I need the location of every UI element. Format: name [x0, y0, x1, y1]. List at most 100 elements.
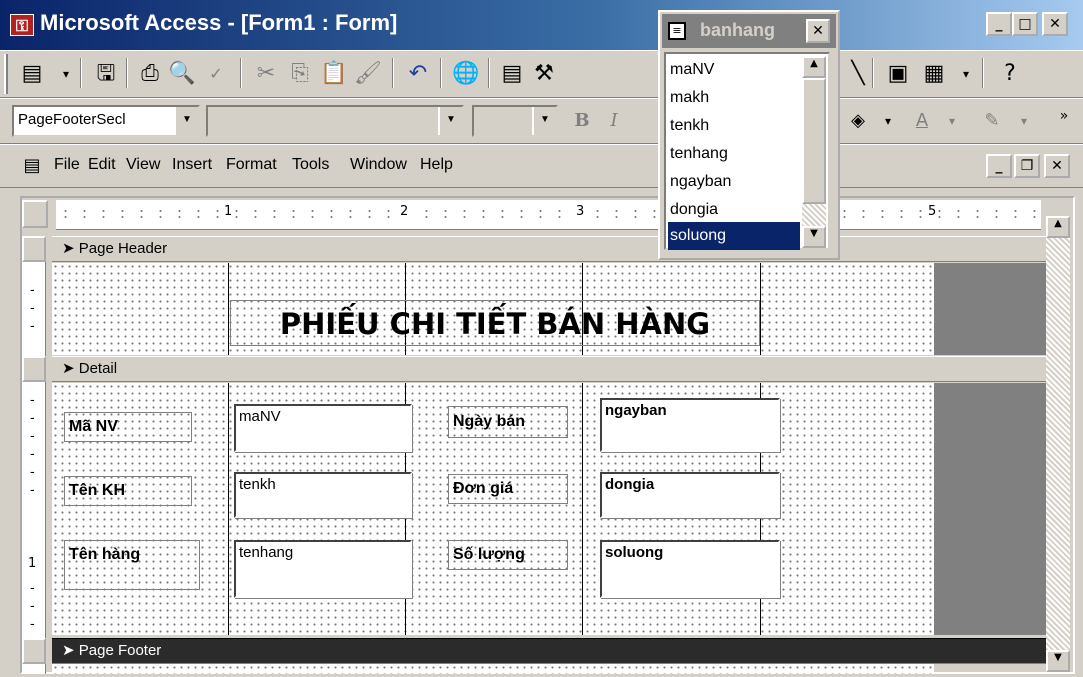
access-icon[interactable]: ⚿: [10, 14, 34, 36]
format-painter-icon[interactable]: 🖌: [352, 58, 384, 90]
chevron-down-icon[interactable]: ▼: [438, 107, 462, 135]
menu-edit[interactable]: Edit: [88, 156, 116, 174]
separator: [488, 58, 490, 88]
menu-file-label: File: [54, 156, 80, 173]
label-ngayban[interactable]: Ngày bán: [448, 406, 568, 438]
outside-form-area: [934, 263, 1046, 355]
textbox-dongia[interactable]: dongia: [600, 472, 780, 518]
fill-color-dropdown-icon[interactable]: ▾: [872, 105, 904, 137]
menu-tools[interactable]: Tools: [292, 156, 329, 174]
field-list-item[interactable]: maNV: [668, 56, 800, 84]
page-footer-section-bar[interactable]: ➤ Page Footer: [52, 638, 1046, 664]
properties-icon[interactable]: ▤: [496, 58, 528, 90]
field-list-scroll-down-icon[interactable]: ▼: [802, 226, 826, 248]
view-icon[interactable]: ▤: [16, 58, 48, 90]
new-object-icon[interactable]: ▣: [882, 58, 914, 90]
menu-help-label: Help: [420, 156, 453, 173]
label-tenkh[interactable]: Tên KH: [64, 476, 192, 506]
doc-restore-button[interactable]: ❐: [1014, 154, 1040, 178]
italic-button[interactable]: I: [598, 105, 630, 137]
textbox-tenkh[interactable]: tenkh: [234, 472, 412, 518]
chevron-down-icon[interactable]: ▼: [174, 107, 198, 135]
menu-help[interactable]: Help: [420, 156, 453, 174]
font-name-combo[interactable]: ▼: [206, 105, 464, 137]
build-icon[interactable]: ⚒: [528, 58, 560, 90]
section-selector[interactable]: [22, 236, 46, 262]
field-list-item[interactable]: tenhang: [668, 140, 800, 168]
horizontal-ruler[interactable]: 1 2 3 5: [56, 200, 1041, 230]
section-selector[interactable]: [22, 638, 46, 664]
new-object-dropdown-icon[interactable]: ▾: [950, 58, 982, 90]
label-soluong[interactable]: Số lượng: [448, 540, 568, 570]
label-manv[interactable]: Mã NV: [64, 412, 192, 442]
menu-insert-label: Insert: [172, 156, 213, 173]
ruler-mark: 2: [398, 204, 411, 219]
form-title-label[interactable]: PHIẾU CHI TIẾT BÁN HÀNG: [230, 300, 760, 346]
paste-icon[interactable]: 📋: [318, 58, 350, 90]
object-selector-combo[interactable]: PageFooterSecl ▼: [12, 105, 200, 137]
preview-icon[interactable]: 🔍: [166, 58, 198, 90]
field-list-item-selected[interactable]: soluong: [668, 222, 800, 250]
line-tool-icon[interactable]: ╲: [842, 58, 874, 90]
field-list-scroll-track[interactable]: [802, 204, 826, 226]
vertical-scrollbar-track[interactable]: [1046, 238, 1070, 650]
save-icon[interactable]: 🖫: [90, 58, 122, 90]
chevron-down-icon[interactable]: ▼: [532, 107, 556, 135]
line-color-dropdown-icon[interactable]: ▾: [1008, 105, 1040, 137]
doc-close-button[interactable]: ✕: [1044, 154, 1070, 178]
form-selector[interactable]: [22, 200, 48, 228]
menu-view[interactable]: View: [126, 156, 160, 174]
page-footer-grid[interactable]: [52, 664, 934, 674]
scroll-down-icon[interactable]: ▼: [1046, 650, 1070, 672]
grid-line: [228, 263, 229, 355]
fill-color-icon[interactable]: ◈: [842, 105, 874, 137]
print-icon[interactable]: ⎙: [134, 58, 166, 90]
detail-section-bar[interactable]: ➤ Detail: [52, 356, 1046, 382]
section-arrow-icon: ➤: [62, 360, 75, 377]
window-title: Microsoft Access - [Form1 : Form]: [40, 10, 398, 35]
cut-icon[interactable]: ✂: [250, 58, 282, 90]
field-list-item[interactable]: makh: [668, 84, 800, 112]
font-color-dropdown-icon[interactable]: ▾: [936, 105, 968, 137]
spell-icon[interactable]: ✓: [200, 58, 232, 90]
label-tenhang[interactable]: Tên hàng: [64, 540, 200, 590]
textbox-soluong[interactable]: soluong: [600, 540, 780, 598]
new-table-icon[interactable]: ▦: [918, 58, 950, 90]
menu-file[interactable]: File: [54, 156, 80, 174]
close-button[interactable]: ✕: [1042, 12, 1068, 36]
menu-format[interactable]: Format: [226, 156, 277, 174]
form-icon[interactable]: ▤: [16, 150, 48, 182]
field-list-scroll-up-icon[interactable]: ▲: [802, 56, 826, 78]
textbox-manv[interactable]: maNV: [234, 404, 412, 452]
textbox-tenhang[interactable]: tenhang: [234, 540, 412, 598]
undo-icon[interactable]: ↶: [402, 58, 434, 90]
field-list-item[interactable]: tenkh: [668, 112, 800, 140]
label-dongia[interactable]: Đơn giá: [448, 474, 568, 504]
menu-window[interactable]: Window: [350, 156, 407, 174]
doc-minimize-button[interactable]: _: [986, 154, 1012, 178]
page-header-section-bar[interactable]: ➤ Page Header: [52, 236, 1046, 262]
section-selector[interactable]: [22, 356, 46, 382]
copy-icon[interactable]: ⎘: [284, 58, 316, 90]
toolbar-grip[interactable]: [4, 54, 8, 94]
help-icon[interactable]: ?: [994, 58, 1026, 90]
field-list-item[interactable]: dongia: [668, 196, 800, 224]
vertical-ruler[interactable]: --- ------ 1 ---: [22, 262, 46, 674]
hyperlink-icon[interactable]: 🌐: [450, 58, 482, 90]
line-color-icon[interactable]: ✎: [976, 105, 1008, 137]
view-dropdown-icon[interactable]: ▾: [50, 58, 82, 90]
maximize-button[interactable]: □: [1012, 12, 1038, 36]
field-list-close-button[interactable]: ✕: [806, 19, 830, 43]
field-list-item[interactable]: ngayban: [668, 168, 800, 196]
minimize-button[interactable]: _: [986, 12, 1012, 36]
separator: [440, 58, 442, 88]
scroll-up-icon[interactable]: ▲: [1046, 216, 1070, 238]
field-list-scroll-thumb[interactable]: [802, 78, 826, 204]
separator: [80, 58, 82, 88]
menu-insert[interactable]: Insert: [172, 156, 212, 174]
font-color-icon[interactable]: A: [906, 105, 938, 137]
textbox-ngayban[interactable]: ngayban: [600, 398, 780, 452]
font-size-combo[interactable]: ▼: [472, 105, 558, 137]
toolbar-overflow-icon[interactable]: »: [1050, 100, 1078, 132]
bold-button[interactable]: B: [566, 105, 598, 137]
